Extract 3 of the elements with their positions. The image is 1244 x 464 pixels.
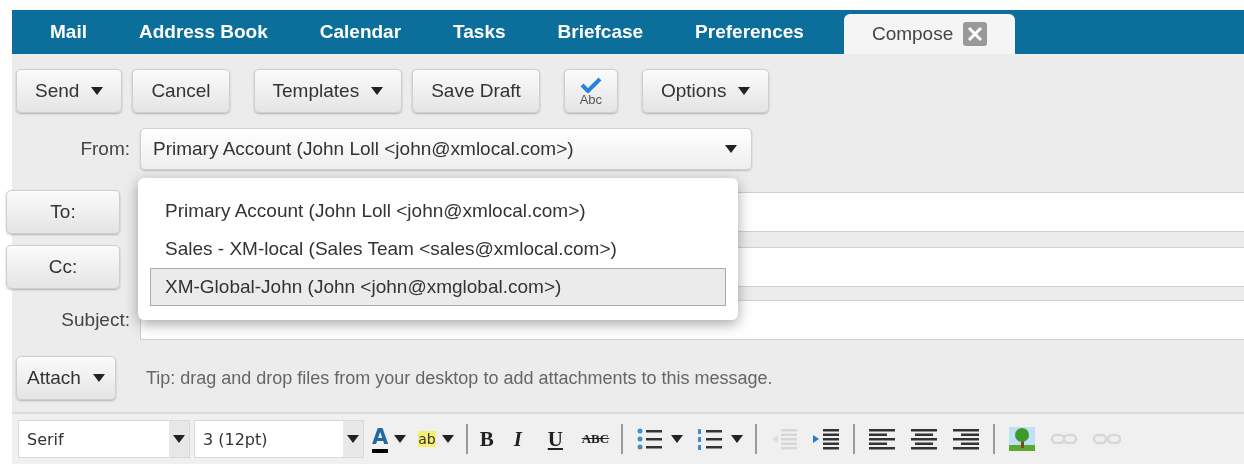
field-label: From:	[79, 138, 130, 160]
tip-text: Tip: drag and drop files from your desktop to add attachments to this message.	[145, 367, 773, 389]
field-label: Subject:	[60, 309, 130, 331]
